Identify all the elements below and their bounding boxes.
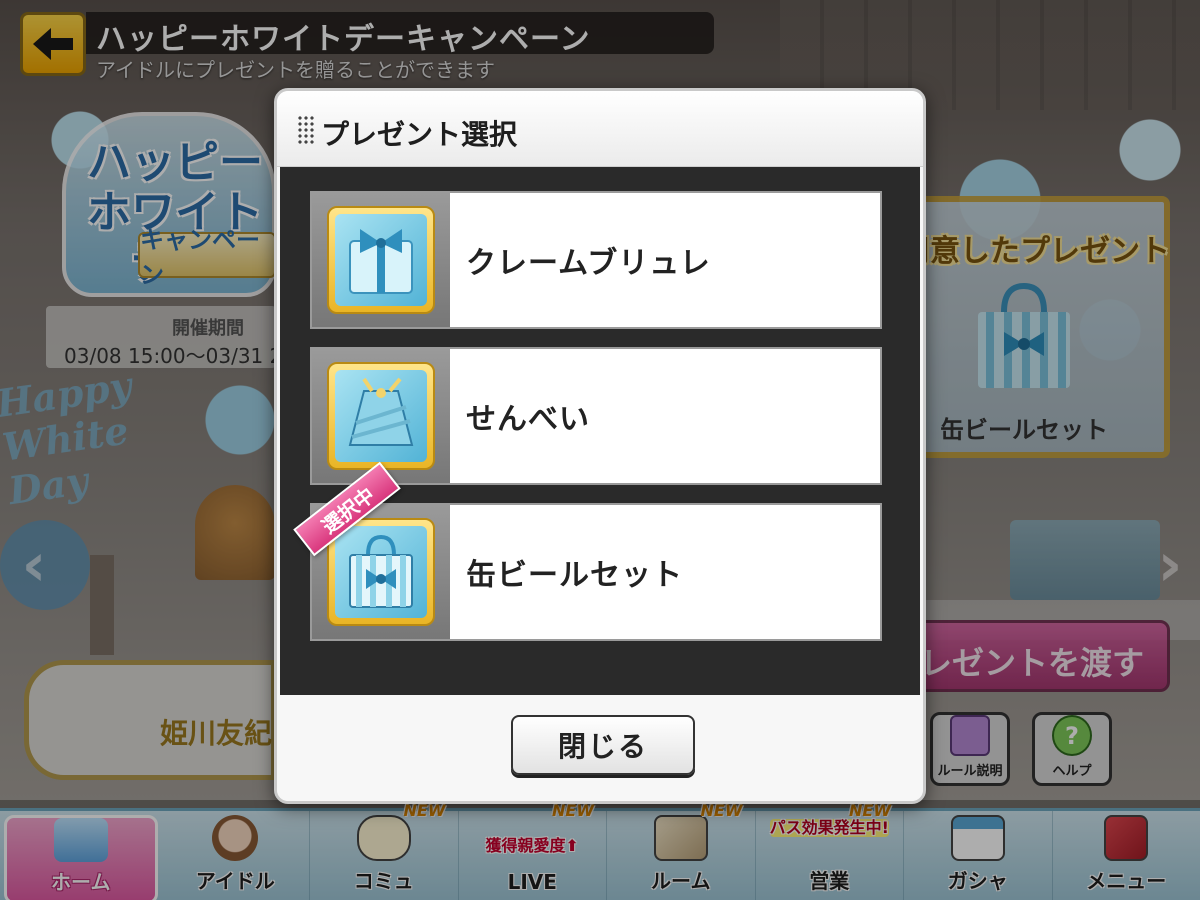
present-item-name: 缶ビールセット	[466, 558, 683, 593]
present-item-beer-set[interactable]: 缶ビールセット	[310, 503, 882, 641]
grip-dots-icon	[297, 115, 315, 145]
item-icon-inner	[335, 214, 427, 306]
item-icon-frame	[327, 518, 435, 626]
item-icon-inner	[335, 370, 427, 462]
close-button[interactable]: 閉じる	[511, 715, 695, 775]
dialog-footer: 閉じる	[277, 695, 923, 801]
item-icon-inner	[335, 526, 427, 618]
present-item-senbei[interactable]: せんべい	[310, 347, 882, 485]
present-item-creme-brulee[interactable]: クレームブリュレ	[310, 191, 882, 329]
item-icon-well	[312, 193, 450, 327]
dialog-title: プレゼント選択	[321, 118, 518, 151]
present-item-name: クレームブリュレ	[466, 246, 711, 281]
item-icon-frame	[327, 206, 435, 314]
present-item-name: せんべい	[466, 402, 590, 437]
present-select-dialog: プレゼント選択 クレームブリュレ せんべい 缶ビールセット 閉じる	[274, 88, 926, 804]
pouch-icon	[348, 377, 414, 446]
present-list: クレームブリュレ せんべい 缶ビールセット	[280, 167, 920, 695]
gift-bag-icon	[349, 534, 413, 608]
item-icon-frame	[327, 362, 435, 470]
gift-box-icon	[349, 229, 413, 294]
dialog-header: プレゼント選択	[277, 91, 923, 167]
